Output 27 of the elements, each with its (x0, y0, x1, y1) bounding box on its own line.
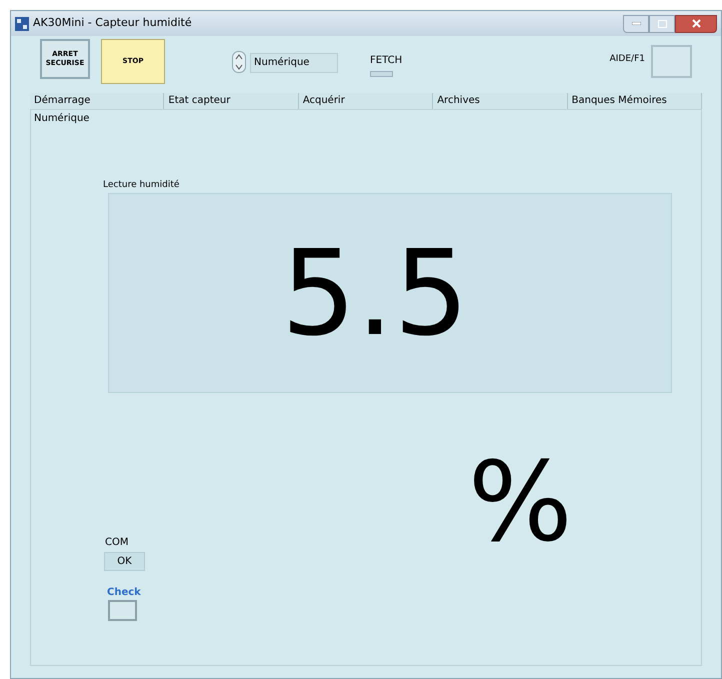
tab[interactable]: Archives (433, 93, 568, 109)
fetch-indicator (370, 71, 393, 77)
app-icon (15, 16, 29, 30)
mode-field[interactable]: Numérique (250, 53, 338, 73)
panel-title: Numérique (34, 112, 90, 126)
minimize-icon (632, 22, 640, 25)
spinner-icon (232, 51, 246, 73)
check-label: Check (107, 586, 142, 600)
com-status-indicator: OK (104, 552, 145, 570)
humidity-value: 5.5 (281, 234, 469, 352)
maximize-button[interactable] (649, 14, 675, 32)
minimize-button[interactable] (623, 14, 649, 32)
window-title: AK30Mini - Capteur humidité (33, 15, 192, 32)
com-label: COM (105, 536, 130, 550)
tab[interactable]: Etat capteur (164, 93, 299, 109)
unit-label: % (468, 446, 574, 556)
help-label: AIDE/F1 (610, 53, 645, 66)
maximize-icon (658, 20, 666, 28)
close-icon (692, 19, 700, 28)
tab[interactable]: Démarrage (30, 93, 164, 109)
reading-label: Lecture humidité (103, 179, 180, 192)
check-button[interactable] (108, 600, 137, 620)
fetch-label: FETCH (370, 54, 402, 68)
help-button[interactable] (651, 45, 692, 78)
tab[interactable]: Acquérir (298, 93, 434, 109)
tab[interactable]: Banques Mémoires (568, 93, 702, 109)
close-button[interactable] (675, 14, 717, 32)
